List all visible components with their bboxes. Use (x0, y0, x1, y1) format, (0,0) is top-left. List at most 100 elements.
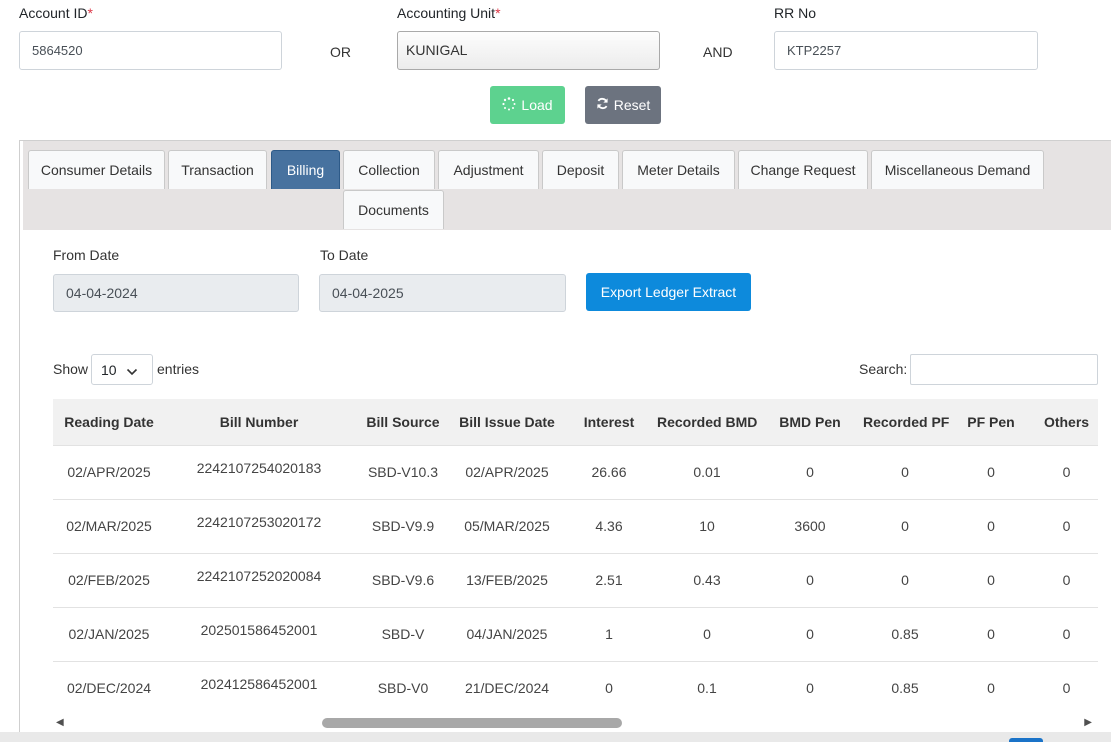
table-cell: 2242107254020183 (196, 459, 322, 476)
table-cell: 02/APR/2025 (465, 464, 549, 480)
load-button[interactable]: Load (490, 86, 565, 124)
accounting-unit-select[interactable]: KUNIGAL (397, 31, 660, 70)
col-header[interactable]: Recorded PF (863, 399, 949, 445)
tab-documents[interactable]: Documents (343, 190, 444, 229)
table-cell: 0 (1062, 680, 1071, 697)
table-cell: 0 (806, 626, 814, 642)
scrollbar-thumb[interactable] (322, 718, 622, 728)
tab-deposit[interactable]: Deposit (542, 150, 619, 189)
rr-no-label: RR No (774, 5, 817, 21)
table-cell: 0 (806, 680, 814, 697)
tab-transaction[interactable]: Transaction (168, 150, 267, 189)
table-cell: 0 (987, 518, 995, 534)
tab-miscellaneous-demand[interactable]: Miscellaneous Demand (871, 150, 1044, 189)
col-header[interactable]: BMD Pen (757, 399, 863, 445)
table-cell: 13/FEB/2025 (466, 572, 548, 588)
table-cell: 0 (987, 572, 995, 588)
col-header[interactable]: Bill Source (353, 399, 453, 445)
col-header[interactable]: PF Pen (947, 399, 1035, 445)
table-cell: 3600 (794, 518, 826, 534)
scroll-left-icon[interactable]: ◀ (56, 717, 64, 728)
table-cell: 21/DEC/2024 (464, 680, 550, 697)
spinner-icon (502, 96, 516, 114)
to-date-label: To Date (320, 247, 369, 263)
search-input[interactable] (910, 354, 1098, 385)
from-date-label: From Date (53, 247, 120, 263)
table-cell: 26.66 (591, 464, 627, 480)
table-cell: 0.43 (693, 572, 721, 588)
table-cell: 0 (1062, 626, 1071, 642)
table-cell: 02/JAN/2025 (68, 626, 150, 642)
table-cell: SBD-V10.3 (367, 464, 439, 480)
tab-consumer-details[interactable]: Consumer Details (28, 150, 165, 189)
table-row: 02/APR/2025 2242107254020183 SBD-V10.3 0… (53, 445, 1098, 499)
table-cell: 1 (605, 626, 613, 642)
table-cell: 0 (703, 626, 711, 642)
accounting-unit-label: Accounting Unit* (397, 5, 501, 21)
col-header[interactable]: Interest (561, 399, 657, 445)
search-label: Search: (859, 361, 908, 377)
horizontal-scrollbar[interactable]: ◀ ▶ (54, 715, 1094, 731)
table-cell: 2.51 (595, 572, 623, 588)
table-cell: 0 (987, 626, 995, 642)
tab-meter-details[interactable]: Meter Details (622, 150, 735, 189)
tab-billing[interactable]: Billing (271, 150, 340, 189)
to-date-input[interactable]: 04-04-2025 (319, 274, 566, 312)
table-row: 02/MAR/2025 2242107253020172 SBD-V9.9 05… (53, 499, 1098, 553)
table-cell: 4.36 (595, 518, 623, 534)
table-cell: 02/APR/2025 (67, 464, 151, 480)
col-header[interactable]: Reading Date (53, 399, 165, 445)
bottom-widget[interactable] (1009, 738, 1043, 742)
table-cell: 02/MAR/2025 (66, 518, 152, 534)
entries-value: 10 (101, 361, 117, 378)
col-header[interactable]: Bill Issue Date (453, 399, 561, 445)
col-header[interactable]: Others (1035, 399, 1098, 445)
table-cell: 05/MAR/2025 (464, 518, 550, 534)
and-text: AND (703, 44, 733, 60)
account-id-input[interactable]: 5864520 (19, 31, 282, 70)
billing-table: Reading Date Bill Number Bill Source Bil… (53, 399, 1098, 715)
table-row: 02/DEC/2024 202412586452001 SBD-V0 21/DE… (53, 661, 1098, 715)
table-cell: 0 (605, 680, 613, 697)
details-panel: Consumer Details Transaction Billing Col… (19, 140, 1111, 740)
table-cell: 0 (1062, 572, 1071, 588)
table-cell: 0.01 (693, 464, 721, 480)
from-date-input[interactable]: 04-04-2024 (53, 274, 299, 312)
table-cell: 04/JAN/2025 (466, 626, 548, 642)
table-header-row: Reading Date Bill Number Bill Source Bil… (53, 399, 1098, 445)
refresh-icon (596, 97, 609, 113)
table-cell: 0 (987, 680, 995, 697)
scrollbar-track[interactable] (66, 718, 1082, 728)
table-cell: SBD-V9.6 (371, 572, 435, 588)
table-cell: 0.85 (891, 626, 919, 642)
table-cell: 0 (901, 518, 909, 534)
tab-adjustment[interactable]: Adjustment (438, 150, 539, 189)
table-cell: SBD-V0 (377, 680, 429, 697)
table-cell: 0 (1062, 464, 1071, 480)
table-cell: 0 (806, 464, 814, 480)
table-cell: 0 (806, 572, 814, 588)
table-row: 02/FEB/2025 2242107252020084 SBD-V9.6 13… (53, 553, 1098, 607)
table-cell: SBD-V9.9 (371, 518, 435, 534)
entries-select[interactable]: 10 (91, 354, 153, 385)
col-header[interactable]: Recorded BMD (657, 399, 757, 445)
reset-button[interactable]: Reset (585, 86, 661, 124)
table-cell: 2242107253020172 (196, 513, 322, 530)
rr-no-input[interactable]: KTP2257 (774, 31, 1038, 70)
chevron-down-icon (126, 364, 138, 380)
tab-collection[interactable]: Collection (343, 150, 435, 189)
account-id-label: Account ID* (19, 5, 93, 21)
scroll-right-icon[interactable]: ▶ (1084, 717, 1092, 728)
bottom-strip (0, 732, 1111, 742)
col-header[interactable]: Bill Number (165, 399, 353, 445)
table-row: 02/JAN/2025 202501586452001 SBD-V 04/JAN… (53, 607, 1098, 661)
reset-label: Reset (613, 97, 651, 113)
table-cell: 10 (699, 518, 715, 534)
table-cell: 02/DEC/2024 (66, 680, 152, 697)
tab-change-request[interactable]: Change Request (738, 150, 868, 189)
table-cell: 0.85 (891, 680, 919, 697)
table-cell: 0 (901, 464, 909, 480)
table-cell: 202412586452001 (200, 675, 318, 692)
table-cell: 2242107252020084 (196, 567, 322, 584)
export-ledger-extract-button[interactable]: Export Ledger Extract (586, 273, 751, 311)
